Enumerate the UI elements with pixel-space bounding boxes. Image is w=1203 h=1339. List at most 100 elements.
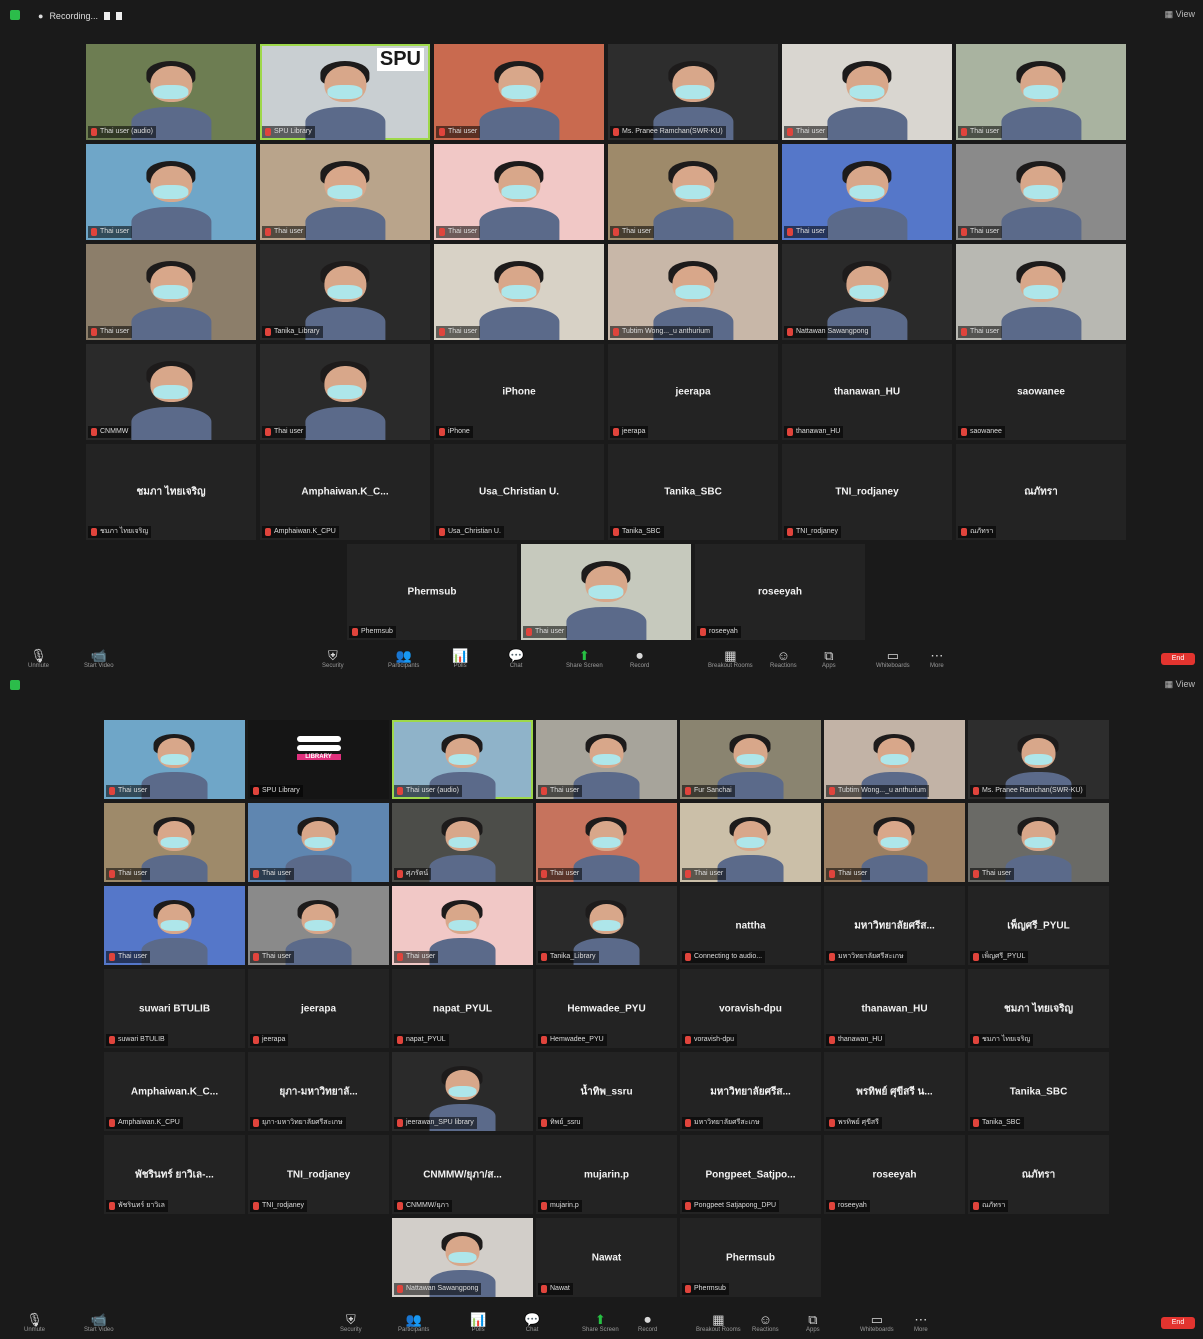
shield-icon[interactable] xyxy=(10,10,20,20)
video-tile[interactable]: Thai user xyxy=(956,144,1126,240)
name-tile[interactable]: Phermsub Phermsub xyxy=(347,544,517,640)
shield-button[interactable]: ⛨ Security xyxy=(340,1310,362,1336)
name-tile[interactable]: ชมภา ไทยเจริญ ชมภา ไทยเจริญ xyxy=(968,969,1109,1048)
video-tile[interactable]: Thai user xyxy=(434,244,604,340)
name-tile[interactable]: roseeyah roseeyah xyxy=(695,544,865,640)
video-tile[interactable]: SPU SPU Library xyxy=(260,44,430,140)
name-tile[interactable]: nattha Connecting to audio... xyxy=(680,886,821,965)
video-tile[interactable]: Ms. Pranee Ramchan(SWR-KU) xyxy=(608,44,778,140)
name-tile[interactable]: ยุภา-มหาวิทยาลั... ยุภา-มหาวิทยาลัยศรีสะเ… xyxy=(248,1052,389,1131)
more-button[interactable]: ⋯ More xyxy=(930,646,944,672)
name-tile[interactable]: iPhone iPhone xyxy=(434,344,604,440)
share-screen-button[interactable]: ⬆ Share Screen xyxy=(582,1310,619,1336)
name-tile[interactable]: มหาวิทยาลัยศรีส... มหาวิทยาลัยศรีสะเกษ xyxy=(680,1052,821,1131)
name-tile[interactable]: พรทิพย์ ศุขีสรี น... พรทิพย์ ศุขีสรี xyxy=(824,1052,965,1131)
video-tile[interactable]: Thai user xyxy=(86,244,256,340)
video-tile[interactable]: Thai user xyxy=(248,886,389,965)
microphone-button[interactable]: 🎙 Unmute xyxy=(28,646,49,672)
video-tile[interactable]: Thai user xyxy=(104,803,245,882)
name-tile[interactable]: Amphaiwan.K_C... Amphaiwan.K_CPU xyxy=(104,1052,245,1131)
name-tile[interactable]: Usa_Christian U. Usa_Christian U. xyxy=(434,444,604,540)
chat-button[interactable]: 💬 Chat xyxy=(524,1310,540,1336)
video-tile[interactable]: Thai user xyxy=(824,803,965,882)
video-tile[interactable]: Nattawan Sawangpong xyxy=(782,244,952,340)
name-tile[interactable]: พัชรินทร์ ยาวิเล-... พัชรินทร์ ยาวิเล xyxy=(104,1135,245,1214)
video-tile[interactable]: LIBRARY SPU Library xyxy=(248,720,389,799)
video-tile[interactable]: Thai user xyxy=(392,886,533,965)
name-tile[interactable]: ณภัทรา ณภัทรา xyxy=(968,1135,1109,1214)
breakout-rooms-button[interactable]: ▦ Breakout Rooms xyxy=(708,646,753,672)
name-tile[interactable]: thanawan_HU thanawan_HU xyxy=(824,969,965,1048)
name-tile[interactable]: มหาวิทยาลัยศรีส... มหาวิทยาลัยศรีสะเกษ xyxy=(824,886,965,965)
stop-recording-icon[interactable] xyxy=(115,12,122,20)
end-button[interactable]: End xyxy=(1161,1317,1195,1329)
video-tile[interactable]: ศุภรัตน์ xyxy=(392,803,533,882)
video-tile[interactable]: Thai user xyxy=(782,44,952,140)
view-button[interactable]: ▦ View xyxy=(1165,679,1195,690)
pause-recording-icon[interactable] xyxy=(103,12,110,20)
more-button[interactable]: ⋯ More xyxy=(914,1310,928,1336)
name-tile[interactable]: thanawan_HU thanawan_HU xyxy=(782,344,952,440)
share-screen-button[interactable]: ⬆ Share Screen xyxy=(566,646,603,672)
video-tile[interactable]: Thai user xyxy=(536,803,677,882)
video-tile[interactable]: Thai user xyxy=(434,44,604,140)
video-tile[interactable]: Thai user xyxy=(86,144,256,240)
name-tile[interactable]: jeerapa jeerapa xyxy=(608,344,778,440)
name-tile[interactable]: น้ำทิพ_ssru ทิพย์_ssru xyxy=(536,1052,677,1131)
video-tile[interactable]: Thai user (audio) xyxy=(86,44,256,140)
polls-button[interactable]: 📊 Polls xyxy=(452,646,468,672)
recording-indicator[interactable]: ● Recording... xyxy=(32,8,130,24)
video-tile[interactable]: Tanika_Library xyxy=(536,886,677,965)
video-tile[interactable]: Tubtim Wong..._u anthurium xyxy=(824,720,965,799)
video-tile[interactable]: Thai user xyxy=(956,44,1126,140)
name-tile[interactable]: Tanika_SBC Tanika_SBC xyxy=(608,444,778,540)
name-tile[interactable]: TNI_rodjaney TNI_rodjaney xyxy=(248,1135,389,1214)
name-tile[interactable]: Amphaiwan.K_C... Amphaiwan.K_CPU xyxy=(260,444,430,540)
view-button[interactable]: ▦ View xyxy=(1165,9,1195,20)
video-tile[interactable]: Fur Sanchai xyxy=(680,720,821,799)
name-tile[interactable]: Hemwadee_PYU Hemwadee_PYU xyxy=(536,969,677,1048)
reactions-button[interactable]: ☺ Reactions xyxy=(752,1310,779,1336)
name-tile[interactable]: roseeyah roseeyah xyxy=(824,1135,965,1214)
video-tile[interactable]: Thai user xyxy=(104,886,245,965)
video-tile[interactable]: Ms. Pranee Ramchan(SWR-KU) xyxy=(968,720,1109,799)
video-tile[interactable]: Thai user xyxy=(434,144,604,240)
reactions-button[interactable]: ☺ Reactions xyxy=(770,646,797,672)
name-tile[interactable]: jeerapa jeerapa xyxy=(248,969,389,1048)
video-tile[interactable]: Thai user xyxy=(521,544,691,640)
name-tile[interactable]: voravish-dpu voravish-dpu xyxy=(680,969,821,1048)
camera-button[interactable]: 📹 Start Video xyxy=(84,1310,114,1336)
apps-button[interactable]: ⧉ Apps xyxy=(822,646,836,672)
name-tile[interactable]: TNI_rodjaney TNI_rodjaney xyxy=(782,444,952,540)
whiteboard-button[interactable]: ▭ Whiteboards xyxy=(860,1310,894,1336)
video-tile[interactable]: Thai user xyxy=(956,244,1126,340)
participants-button[interactable]: 👥 Participants xyxy=(398,1310,429,1336)
video-tile[interactable]: Thai user xyxy=(608,144,778,240)
name-tile[interactable]: Pongpeet_Satjpo... Pongpeet Satjapong_DPU xyxy=(680,1135,821,1214)
name-tile[interactable]: saowanee saowanee xyxy=(956,344,1126,440)
video-tile[interactable]: jeerawan_SPU library xyxy=(392,1052,533,1131)
name-tile[interactable]: mujarin.p mujarin.p xyxy=(536,1135,677,1214)
name-tile[interactable]: suwari BTULIB suwari BTULIB xyxy=(104,969,245,1048)
shield-button[interactable]: ⛨ Security xyxy=(322,646,344,672)
record-button[interactable]: ⏺ Record xyxy=(638,1310,657,1336)
video-tile[interactable]: Thai user xyxy=(260,344,430,440)
whiteboard-button[interactable]: ▭ Whiteboards xyxy=(876,646,910,672)
video-tile[interactable]: Tanika_Library xyxy=(260,244,430,340)
name-tile[interactable]: CNMMW/ยุภา/ส... CNMMW/ยุภา xyxy=(392,1135,533,1214)
name-tile[interactable]: ชมภา ไทยเจริญ ชมภา ไทยเจริญ xyxy=(86,444,256,540)
apps-button[interactable]: ⧉ Apps xyxy=(806,1310,820,1336)
end-button[interactable]: End xyxy=(1161,653,1195,665)
video-tile[interactable]: Thai user xyxy=(536,720,677,799)
name-tile[interactable]: ณภัทรา ณภัทรา xyxy=(956,444,1126,540)
camera-button[interactable]: 📹 Start Video xyxy=(84,646,114,672)
name-tile[interactable]: napat_PYUL napat_PYUL xyxy=(392,969,533,1048)
chat-button[interactable]: 💬 Chat xyxy=(508,646,524,672)
name-tile[interactable]: Nawat Nawat xyxy=(536,1218,677,1297)
video-tile[interactable]: Thai user xyxy=(104,720,245,799)
video-tile[interactable]: Thai user xyxy=(782,144,952,240)
record-button[interactable]: ⏺ Record xyxy=(630,646,649,672)
breakout-rooms-button[interactable]: ▦ Breakout Rooms xyxy=(696,1310,741,1336)
participants-button[interactable]: 👥 Participants xyxy=(388,646,419,672)
name-tile[interactable]: Phermsub Phermsub xyxy=(680,1218,821,1297)
